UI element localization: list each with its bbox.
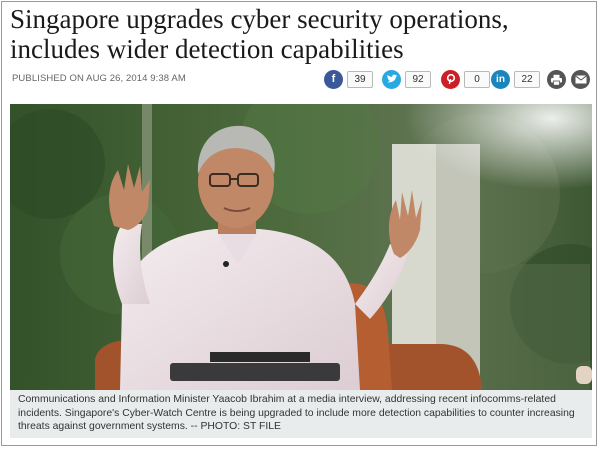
twitter-count: 92 [405,70,431,88]
headline-line-2: includes wider detection capabilities [10,34,404,64]
photo-caption-text: Communications and Information Minister … [18,394,575,432]
photo-caption: Communications and Information Minister … [10,390,592,438]
print-icon [551,74,562,86]
linkedin-share[interactable]: in 22 [491,68,540,90]
linkedin-count: 22 [514,70,540,88]
facebook-share[interactable]: f 39 [324,68,373,90]
article-photo [10,104,592,390]
print-button[interactable] [547,70,566,89]
email-icon [574,75,587,84]
linkedin-icon[interactable]: in [491,69,510,89]
article-headline: Singapore upgrades cyber security operat… [10,4,590,64]
facebook-icon[interactable]: f [324,69,343,89]
pinterest-share[interactable]: 0 [441,68,490,90]
facebook-count: 39 [347,70,373,88]
minister-photo-illustration [10,104,592,390]
email-button[interactable] [571,70,590,89]
pinterest-count: 0 [464,70,490,88]
pinterest-icon[interactable] [441,69,460,89]
twitter-share[interactable]: 92 [382,68,431,90]
twitter-icon[interactable] [382,69,401,89]
published-date: PUBLISHED ON AUG 26, 2014 9:38 AM [12,73,186,84]
headline-line-1: Singapore upgrades cyber security operat… [10,4,509,34]
